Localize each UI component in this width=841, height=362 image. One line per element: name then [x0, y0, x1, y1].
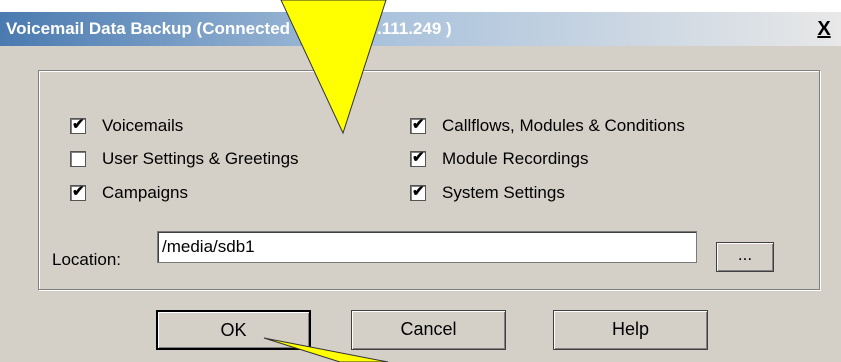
annotation-arrows	[263, 0, 389, 362]
annotation-arrow-top	[280, 0, 387, 135]
annotation-arrow-bottom	[263, 337, 389, 362]
